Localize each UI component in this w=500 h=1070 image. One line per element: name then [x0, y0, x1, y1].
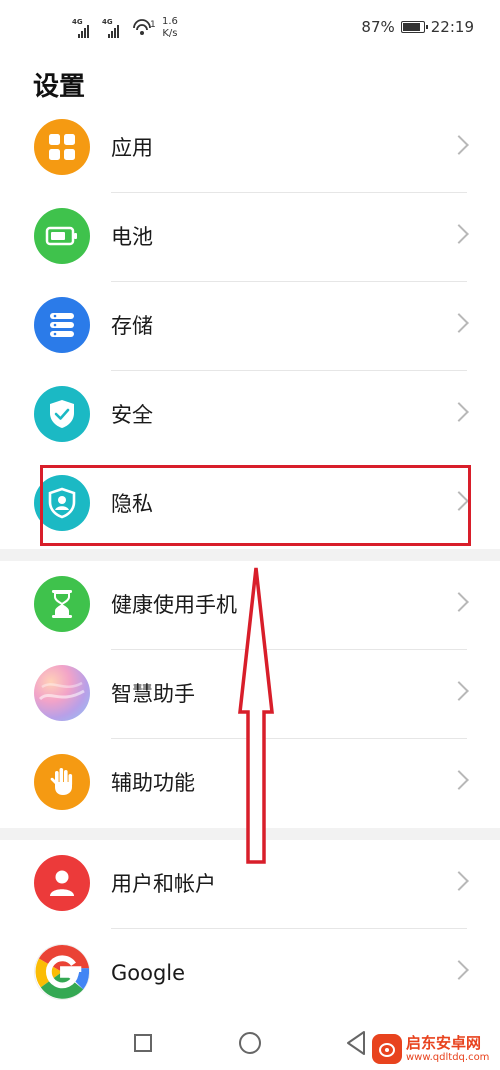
- storage-icon: [34, 297, 90, 353]
- chevron-right-icon: [449, 135, 469, 155]
- settings-item-google[interactable]: Google: [0, 929, 500, 1018]
- settings-list: 应用 电池 存储 安全 隐私 健康使用手机 智慧助手 辅助功能 用户和帐户 Go…: [0, 104, 500, 1018]
- chevron-right-icon: [449, 313, 469, 333]
- settings-item-security[interactable]: 安全: [0, 371, 500, 460]
- wifi-icon: 1: [132, 18, 156, 40]
- chevron-right-icon: [449, 402, 469, 422]
- speed-unit: K/s: [162, 28, 178, 39]
- network-speed: 1.6 K/s: [162, 16, 178, 40]
- chevron-right-icon: [449, 960, 469, 980]
- settings-item-label: Google: [111, 961, 186, 985]
- chevron-right-icon: [449, 770, 469, 790]
- settings-item-storage[interactable]: 存储: [0, 282, 500, 371]
- settings-item-label: 电池: [111, 225, 153, 249]
- hourglass-icon: [34, 576, 90, 632]
- settings-item-label: 应用: [111, 136, 153, 160]
- battery-fill: [402, 23, 420, 31]
- chevron-right-icon: [449, 871, 469, 891]
- recents-button[interactable]: [134, 1034, 152, 1052]
- page-title: 设置: [33, 72, 86, 102]
- settings-item-label: 存储: [111, 314, 153, 338]
- status-left: 4G 4G 1 1.6 K/s: [72, 14, 178, 40]
- google-g-icon: [34, 944, 90, 1000]
- annotation-highlight-box: [40, 465, 471, 546]
- assistant-orb-icon: [34, 665, 90, 721]
- watermark: 启东安卓网 www.qdltdq.com: [372, 1028, 500, 1070]
- settings-item-apps[interactable]: 应用: [0, 104, 500, 193]
- speed-value: 1.6: [162, 16, 178, 27]
- back-button[interactable]: [344, 1030, 368, 1056]
- sim1-signal-icon: 4G: [72, 18, 96, 40]
- group-separator: [0, 549, 500, 561]
- shield-check-icon: [34, 386, 90, 442]
- clock: 22:19: [430, 18, 474, 36]
- home-button[interactable]: [239, 1032, 261, 1054]
- battery-icon: [34, 208, 90, 264]
- watermark-text: 启东安卓网 www.qdltdq.com: [406, 1033, 490, 1064]
- sim2-signal-icon: 4G: [102, 18, 126, 40]
- user-icon: [34, 855, 90, 911]
- settings-item-label: 用户和帐户: [111, 872, 216, 896]
- settings-item-battery[interactable]: 电池: [0, 193, 500, 282]
- watermark-logo-icon: [372, 1034, 402, 1064]
- watermark-url: www.qdltdq.com: [406, 1051, 490, 1063]
- hand-icon: [34, 754, 90, 810]
- battery-percent: 87%: [361, 18, 395, 36]
- annotation-arrow: [238, 567, 274, 864]
- chevron-right-icon: [449, 224, 469, 244]
- status-bar: 4G 4G 1 1.6 K/s 87% 22:19: [0, 0, 500, 58]
- chevron-right-icon: [449, 592, 469, 612]
- chevron-right-icon: [449, 681, 469, 701]
- settings-item-label: 智慧助手: [111, 682, 195, 706]
- settings-item-label: 辅助功能: [111, 771, 195, 795]
- apps-grid-icon: [34, 119, 90, 175]
- wifi-badge: 1: [150, 20, 156, 30]
- watermark-title: 启东安卓网: [406, 1033, 482, 1052]
- settings-item-label: 健康使用手机: [111, 593, 237, 617]
- status-right: 87% 22:19: [361, 18, 474, 36]
- settings-item-label: 安全: [111, 403, 153, 427]
- battery-icon: [400, 21, 428, 33]
